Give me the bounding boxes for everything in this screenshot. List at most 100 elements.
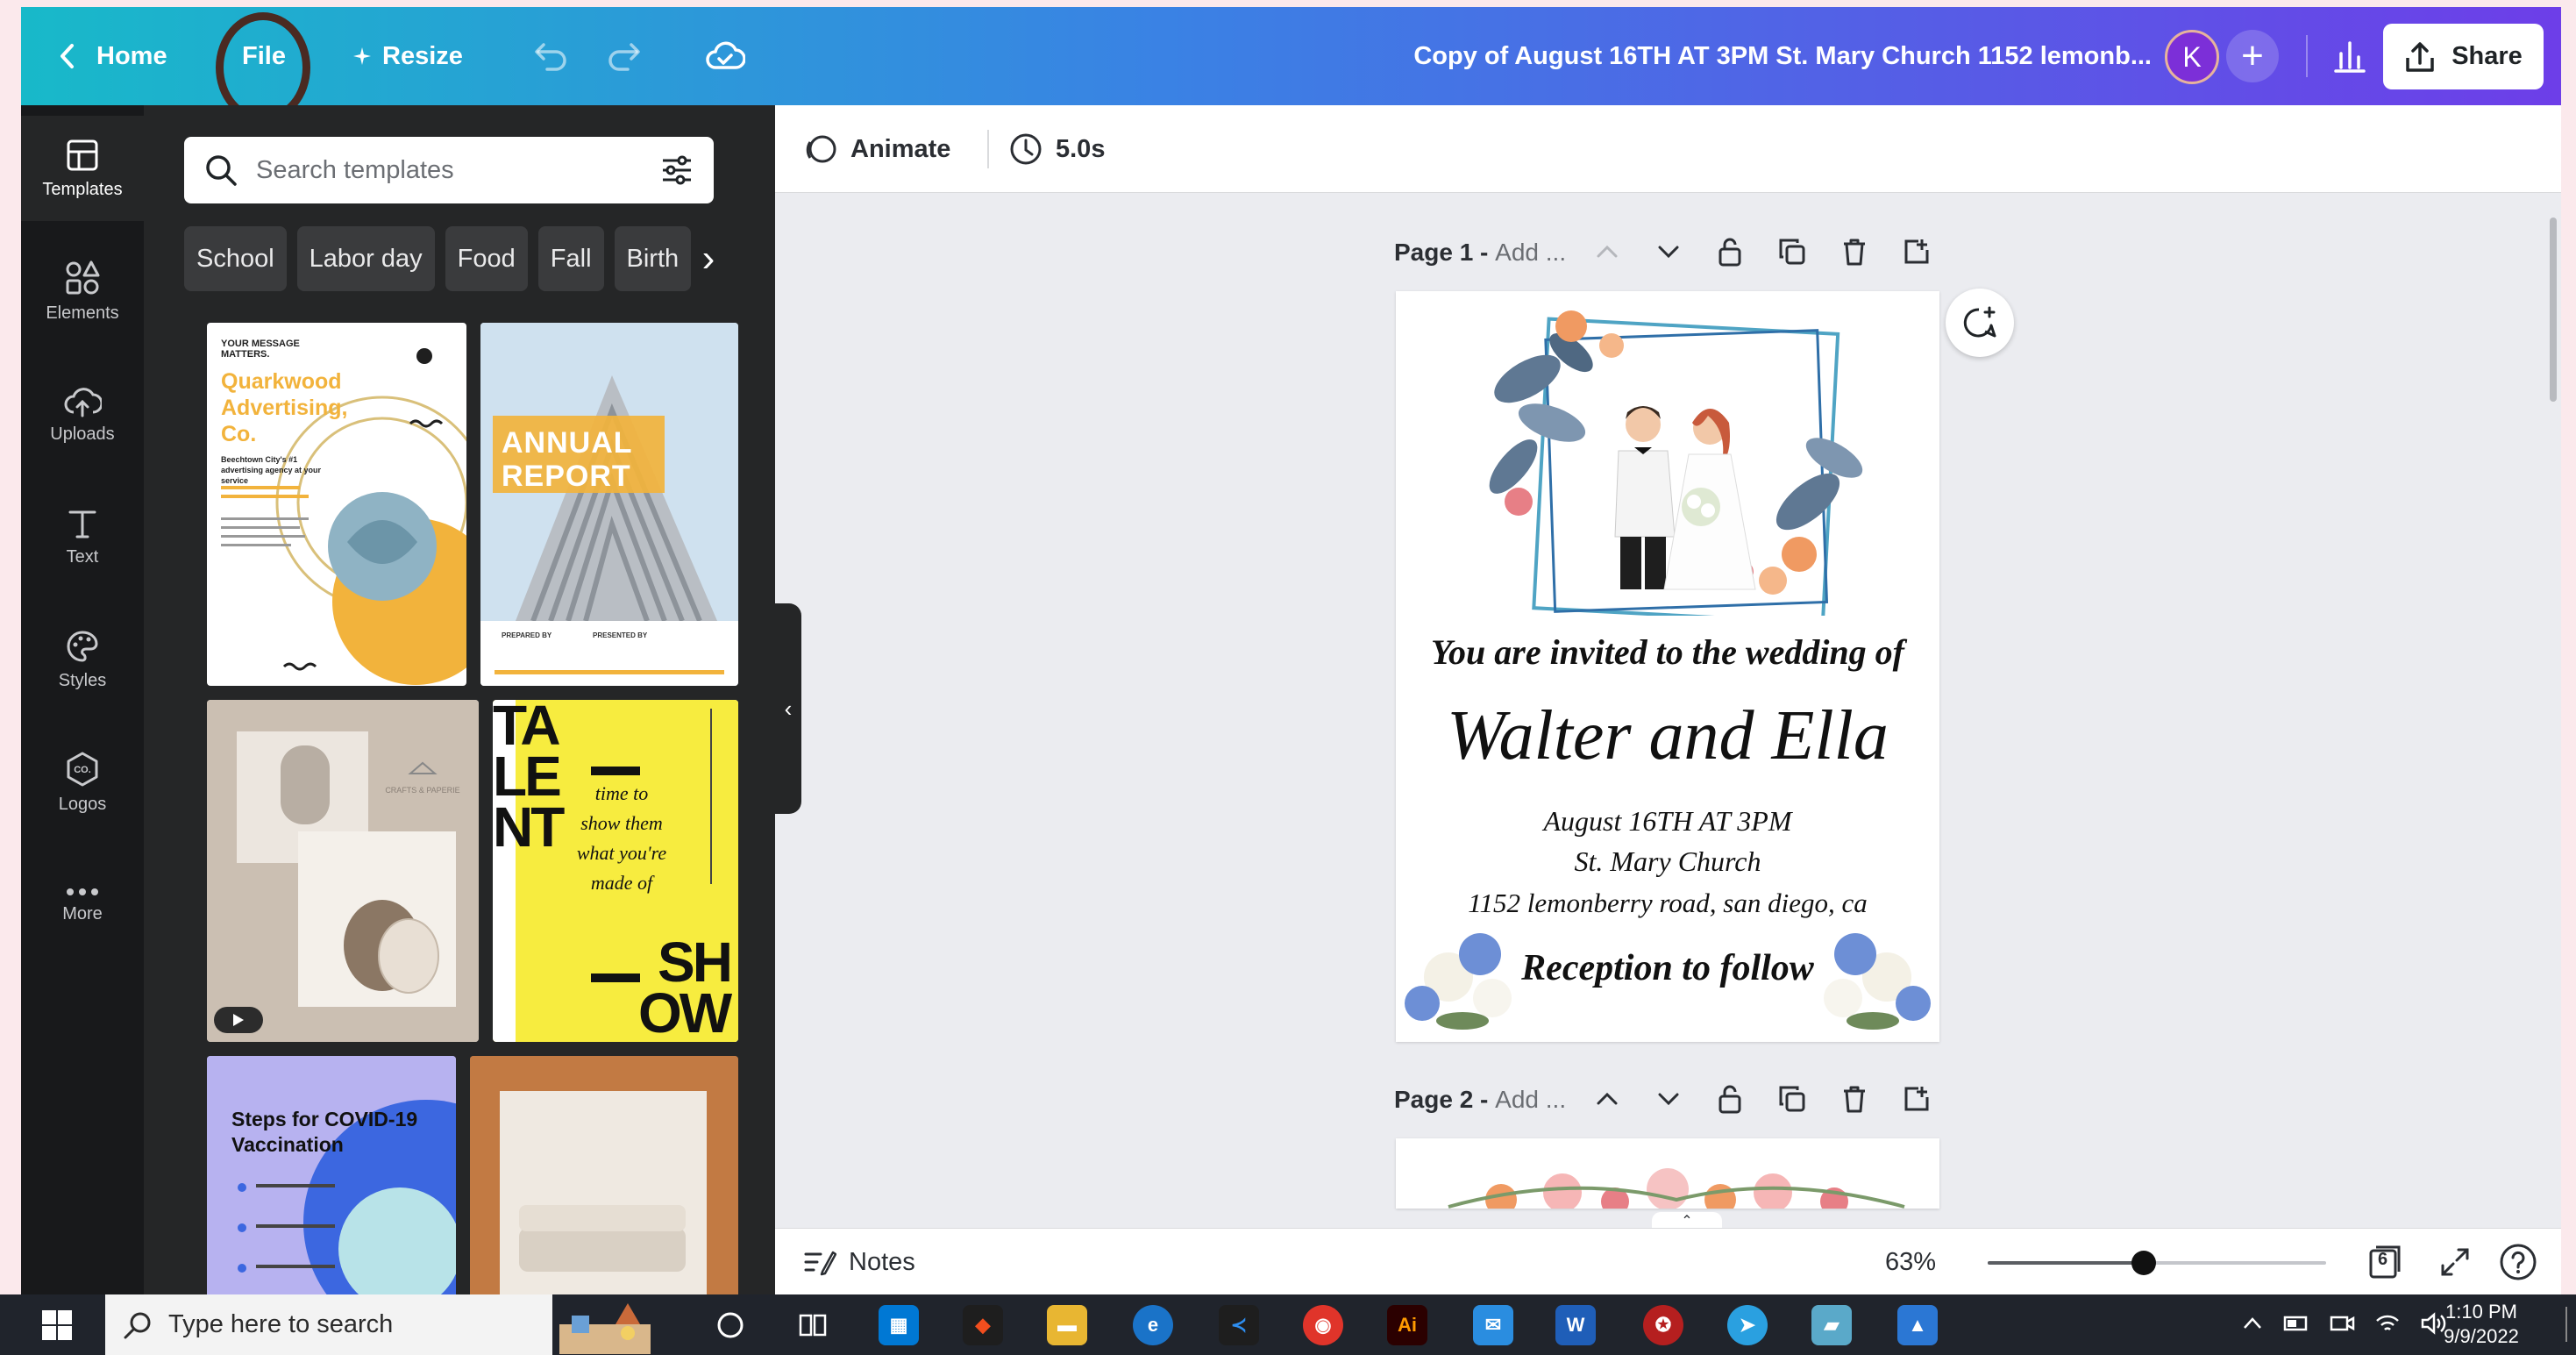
search-icon <box>206 155 237 186</box>
zoom-slider-handle[interactable] <box>2131 1251 2156 1275</box>
redo-button[interactable] <box>607 7 645 105</box>
app-icon[interactable]: ✉ <box>1473 1305 1513 1345</box>
rail-label: Text <box>66 546 99 567</box>
chevron-left-icon: ‹ <box>784 695 793 722</box>
figma-icon[interactable]: ◆ <box>963 1305 1003 1345</box>
svg-text:CO.: CO. <box>74 765 91 775</box>
help-button[interactable] <box>2499 1229 2537 1294</box>
thumb-presented: PRESENTED BY <box>593 631 648 639</box>
file-explorer-icon[interactable]: ▬ <box>1047 1305 1087 1345</box>
rail-label: Elements <box>46 303 119 323</box>
share-button[interactable]: Share <box>2383 24 2544 89</box>
page-2-number: Page 2 - <box>1394 1086 1489 1113</box>
rail-label: Logos <box>58 794 107 814</box>
chevron-up-icon[interactable] <box>2241 1312 2264 1335</box>
taskbar-search-input[interactable]: Type here to search <box>105 1294 651 1355</box>
add-collaborator-button[interactable]: + <box>2226 30 2279 82</box>
wifi-icon[interactable] <box>2374 1312 2401 1335</box>
template-thumb-sofa[interactable] <box>470 1056 738 1294</box>
cortana-icon[interactable] <box>710 1305 751 1345</box>
illustrator-icon[interactable]: Ai <box>1387 1305 1427 1345</box>
fullscreen-button[interactable] <box>2439 1229 2471 1294</box>
task-view-icon[interactable] <box>793 1305 833 1345</box>
chip-labor-day[interactable]: Labor day <box>296 226 435 291</box>
template-thumb-covid[interactable]: Steps for COVID-19 Vaccination <box>207 1056 456 1294</box>
vscode-icon[interactable]: ≺ <box>1219 1305 1259 1345</box>
meet-now-icon[interactable] <box>2329 1312 2355 1335</box>
word-icon[interactable]: W <box>1555 1305 1596 1345</box>
lock-icon[interactable] <box>1717 1084 1743 1114</box>
taskbar-search-placeholder: Type here to search <box>168 1310 394 1338</box>
taskbar-clock[interactable]: 1:10 PM 9/9/2022 <box>2429 1300 2534 1349</box>
filter-icon[interactable] <box>659 153 694 188</box>
duplicate-icon[interactable] <box>1778 238 1806 266</box>
notes-button[interactable]: Notes <box>803 1229 915 1294</box>
rail-item-text[interactable]: Text <box>21 484 144 589</box>
rail-item-templates[interactable]: Templates <box>21 116 144 221</box>
template-thumb-crafts[interactable]: CRAFTS & PAPERIE <box>207 700 479 1042</box>
category-chips: School Labor day Food Fall Birth <box>184 226 714 291</box>
template-thumb-talent[interactable]: TA LE NT time to show them what you're m… <box>493 700 738 1042</box>
add-comment-button[interactable] <box>1946 289 2014 357</box>
chevron-down-icon[interactable] <box>1655 1086 1682 1112</box>
battery-icon[interactable] <box>2283 1312 2309 1335</box>
chrome-icon[interactable]: ◉ <box>1303 1305 1343 1345</box>
document-title[interactable]: Copy of August 16TH AT 3PM St. Mary Chur… <box>1240 7 2152 105</box>
design-page-2[interactable] <box>1396 1138 1939 1209</box>
design-page-1[interactable]: You are invited to the wedding of Walter… <box>1396 291 1939 1042</box>
plus-icon: + <box>2241 34 2264 77</box>
page-1-label[interactable]: Page 1 - Add ... <box>1394 239 1566 267</box>
show-pages-toggle[interactable]: ⌃ <box>1652 1212 1722 1229</box>
avatar[interactable]: K <box>2165 30 2219 84</box>
chip-school[interactable]: School <box>184 226 287 291</box>
chip-food[interactable]: Food <box>445 226 528 291</box>
rail-item-styles[interactable]: Styles <box>21 607 144 712</box>
undo-button[interactable] <box>530 7 568 105</box>
trash-icon[interactable] <box>1841 238 1868 266</box>
lock-icon[interactable] <box>1717 237 1743 267</box>
vertical-scrollbar[interactable] <box>2550 218 2557 402</box>
add-page-icon[interactable] <box>1903 1085 1931 1113</box>
cloud-save-button[interactable] <box>705 7 745 105</box>
chip-fall[interactable]: Fall <box>537 226 604 291</box>
expand-icon <box>2441 1248 2469 1276</box>
zoom-level[interactable]: 63% <box>1885 1229 1936 1294</box>
trash-icon[interactable] <box>1841 1085 1868 1113</box>
show-desktop-button[interactable] <box>2565 1307 2567 1342</box>
duplicate-icon[interactable] <box>1778 1085 1806 1113</box>
page-2-label[interactable]: Page 2 - Add ... <box>1394 1086 1566 1114</box>
chevron-up-icon: ⌃ <box>1681 1214 1693 1229</box>
rail-item-uploads[interactable]: Uploads <box>21 361 144 467</box>
animate-button[interactable]: Animate <box>803 105 950 193</box>
add-page-icon[interactable] <box>1903 238 1931 266</box>
rail-item-elements[interactable]: Elements <box>21 239 144 344</box>
template-artwork <box>207 700 479 1042</box>
edge-icon[interactable]: e <box>1133 1305 1173 1345</box>
app-icon-blue[interactable]: ▰ <box>1811 1305 1852 1345</box>
insights-button[interactable] <box>2332 7 2367 105</box>
duration-button[interactable]: 5.0s <box>1008 105 1105 193</box>
thumb-subtext: Beechtown City's #1 advertising agency a… <box>221 455 322 485</box>
photos-icon[interactable]: ▲ <box>1897 1305 1938 1345</box>
app-icon-red[interactable]: ✪ <box>1643 1305 1683 1345</box>
thumb-headline-1: ANNUAL <box>502 426 633 460</box>
microsoft-store-icon[interactable]: ▦ <box>879 1305 919 1345</box>
chevron-up-icon[interactable] <box>1594 1086 1620 1112</box>
chevron-up-icon[interactable] <box>1594 239 1620 265</box>
template-thumb-annual-report[interactable]: ANNUAL REPORT PREPARED BY PRESENTED BY <box>480 323 738 686</box>
home-button[interactable]: Home <box>58 7 167 105</box>
chips-next-button[interactable]: › <box>691 226 726 291</box>
page-grid-button[interactable]: 6 <box>2367 1229 2402 1294</box>
template-thumb-quarkwood[interactable]: YOUR MESSAGE MATTERS. Quarkwood Advertis… <box>207 323 466 686</box>
page-1-number: Page 1 - <box>1394 239 1489 266</box>
windows-start-button[interactable] <box>42 1310 72 1344</box>
rail-item-logos[interactable]: CO. Logos <box>21 730 144 835</box>
chip-birthday[interactable]: Birth <box>614 226 692 291</box>
zoom-slider[interactable] <box>1988 1261 2326 1265</box>
telegram-icon[interactable]: ➤ <box>1727 1305 1768 1345</box>
search-input[interactable]: Search templates <box>184 137 714 203</box>
collapse-panel-button[interactable]: ‹ <box>775 603 801 814</box>
chevron-down-icon[interactable] <box>1655 239 1682 265</box>
resize-button[interactable]: Resize <box>352 7 463 105</box>
rail-item-more[interactable]: More <box>21 852 144 958</box>
